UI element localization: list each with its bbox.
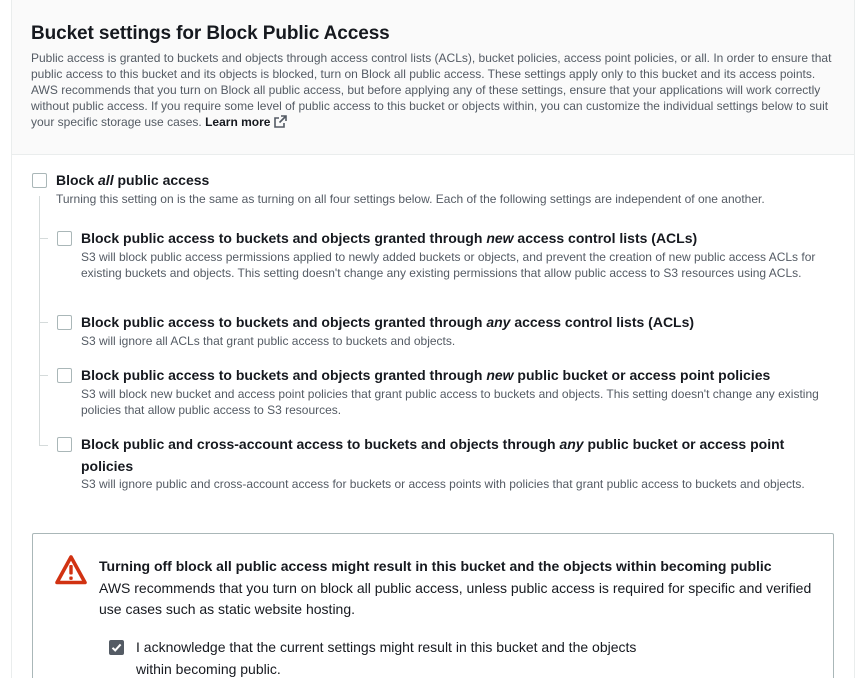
- option-title-prefix: Block public and cross-account access to…: [81, 436, 560, 452]
- warning-triangle-icon: [54, 554, 88, 591]
- option-any-policies-title: Block public and cross-account access to…: [81, 433, 821, 477]
- warning-title: Turning off block all public access migh…: [99, 558, 772, 574]
- external-link-icon: [274, 115, 288, 132]
- block-public-access-panel: Bucket settings for Block Public Access …: [11, 0, 855, 678]
- option-title-emphasis: any: [559, 436, 584, 452]
- option-any-acls-description: S3 will ignore all ACLs that grant publi…: [81, 334, 456, 348]
- tree-connector: [39, 196, 40, 446]
- acknowledge-label[interactable]: I acknowledge that the current settings …: [136, 636, 656, 678]
- learn-more-link[interactable]: Learn more: [205, 115, 288, 132]
- option-title-emphasis: any: [486, 314, 511, 330]
- learn-more-label: Learn more: [205, 115, 271, 129]
- option-any-acls-checkbox[interactable]: [57, 315, 72, 330]
- option-any-policies-checkbox[interactable]: [57, 437, 72, 452]
- option-title-prefix: Block public access to buckets and objec…: [81, 314, 487, 330]
- block-all-label-suffix: public access: [113, 172, 210, 188]
- block-all-checkbox[interactable]: [32, 173, 47, 188]
- option-new-policies-description: S3 will block new bucket and access poin…: [81, 387, 819, 417]
- option-new-policies-title: Block public access to buckets and objec…: [81, 364, 770, 386]
- option-new-acls-description: S3 will block public access permissions …: [81, 250, 816, 280]
- public-access-warning-alert: Turning off block all public access migh…: [32, 533, 834, 678]
- tree-branch: [40, 445, 48, 446]
- option-title-suffix: access control lists (ACLs): [510, 314, 695, 330]
- block-all-description: Turning this setting on is the same as t…: [56, 192, 765, 206]
- section-title: Bucket settings for Block Public Access: [31, 23, 390, 44]
- warning-body: AWS recommends that you turn on block al…: [99, 580, 812, 617]
- option-new-policies-checkbox[interactable]: [57, 368, 72, 383]
- tree-branch: [40, 375, 48, 376]
- option-title-emphasis: new: [486, 230, 514, 246]
- option-title-suffix: access control lists (ACLs): [513, 230, 698, 246]
- section-description: Public access is granted to buckets and …: [31, 50, 836, 132]
- option-any-policies-description: S3 will ignore public and cross-account …: [81, 477, 805, 491]
- settings-header: Bucket settings for Block Public Access …: [12, 0, 854, 155]
- option-new-acls-checkbox[interactable]: [57, 231, 72, 246]
- block-all-label-emphasis: all: [98, 172, 114, 188]
- block-all-label-prefix: Block: [56, 172, 99, 188]
- option-title-suffix: public bucket or access point policies: [513, 367, 771, 383]
- option-title-emphasis: new: [486, 367, 514, 383]
- tree-branch: [40, 238, 48, 239]
- option-new-acls-title: Block public access to buckets and objec…: [81, 227, 697, 249]
- acknowledge-checkbox[interactable]: [109, 640, 124, 655]
- tree-branch: [40, 322, 48, 323]
- option-title-prefix: Block public access to buckets and objec…: [81, 230, 487, 246]
- option-any-acls-title: Block public access to buckets and objec…: [81, 311, 694, 333]
- block-all-label: Block all public access: [56, 169, 209, 191]
- checkmark-icon: [111, 643, 122, 652]
- option-title-prefix: Block public access to buckets and objec…: [81, 367, 487, 383]
- description-text: Public access is granted to buckets and …: [31, 51, 832, 129]
